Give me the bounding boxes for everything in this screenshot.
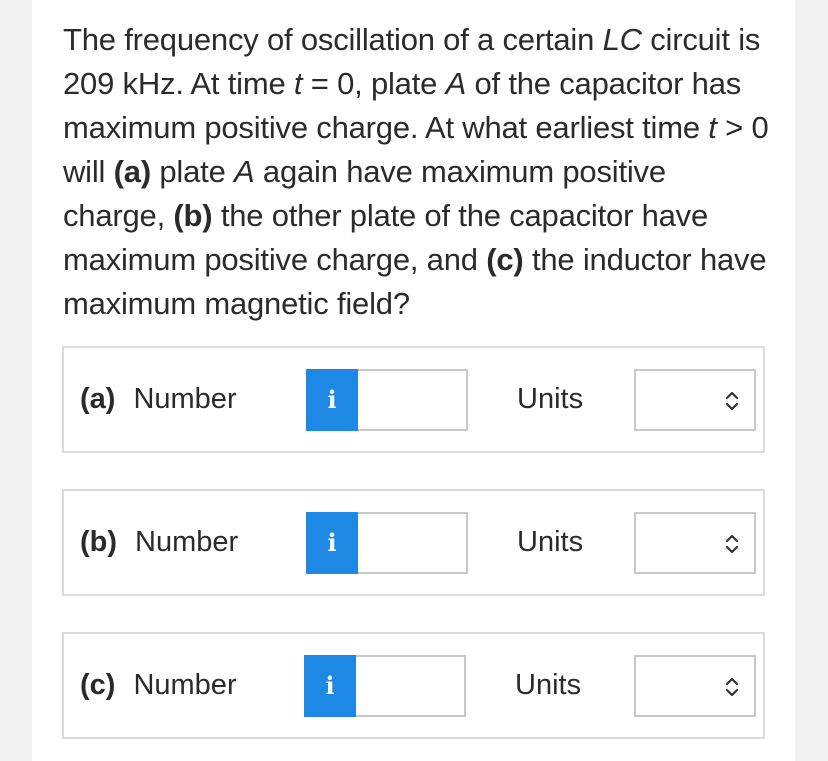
number-label: Number: [133, 669, 237, 701]
number-input-a[interactable]: [358, 369, 468, 431]
answer-label-b: (b) Number: [80, 491, 238, 594]
question-panel: The frequency of oscillation of a certai…: [32, 0, 795, 761]
question-segment: A: [445, 66, 467, 101]
question-text: The frequency of oscillation of a certai…: [63, 18, 773, 326]
info-icon: i: [325, 671, 335, 700]
chevron-up-down-icon: [725, 534, 739, 554]
answer-label-a: (a) Number: [80, 348, 237, 451]
answer-row-c: (c) Number i Units: [62, 632, 765, 739]
units-label-b: Units: [517, 526, 584, 558]
answer-row-a: (a) Number i Units: [62, 346, 765, 453]
question-segment: plate: [150, 154, 235, 189]
info-icon: i: [327, 528, 337, 557]
info-icon: i: [327, 385, 337, 414]
part-label: (b): [80, 526, 118, 558]
info-button-c[interactable]: i: [304, 655, 356, 717]
number-label: Number: [133, 383, 237, 415]
chevron-up-down-icon: [725, 391, 739, 411]
question-segment: LC: [602, 22, 642, 57]
units-select-a[interactable]: [634, 369, 756, 431]
answer-label-c: (c) Number: [80, 634, 237, 737]
part-label: (c): [80, 669, 116, 701]
units-select-c[interactable]: [634, 655, 756, 717]
info-button-a[interactable]: i: [306, 369, 358, 431]
question-segment: = 0, plate: [302, 66, 446, 101]
units-select-b[interactable]: [634, 512, 756, 574]
question-segment: (c): [486, 242, 524, 277]
number-input-b[interactable]: [358, 512, 468, 574]
units-label-c: Units: [515, 669, 582, 701]
question-segment: A: [234, 154, 255, 189]
question-segment: (b): [173, 198, 213, 233]
number-input-c[interactable]: [356, 655, 466, 717]
number-label: Number: [135, 526, 239, 558]
units-label-a: Units: [517, 383, 584, 415]
part-label: (a): [80, 383, 116, 415]
question-segment: t: [708, 110, 717, 145]
question-segment: (a): [113, 154, 151, 189]
answer-row-b: (b) Number i Units: [62, 489, 765, 596]
question-segment: The frequency of oscillation of a certai…: [63, 22, 603, 57]
chevron-up-down-icon: [725, 677, 739, 697]
info-button-b[interactable]: i: [306, 512, 358, 574]
